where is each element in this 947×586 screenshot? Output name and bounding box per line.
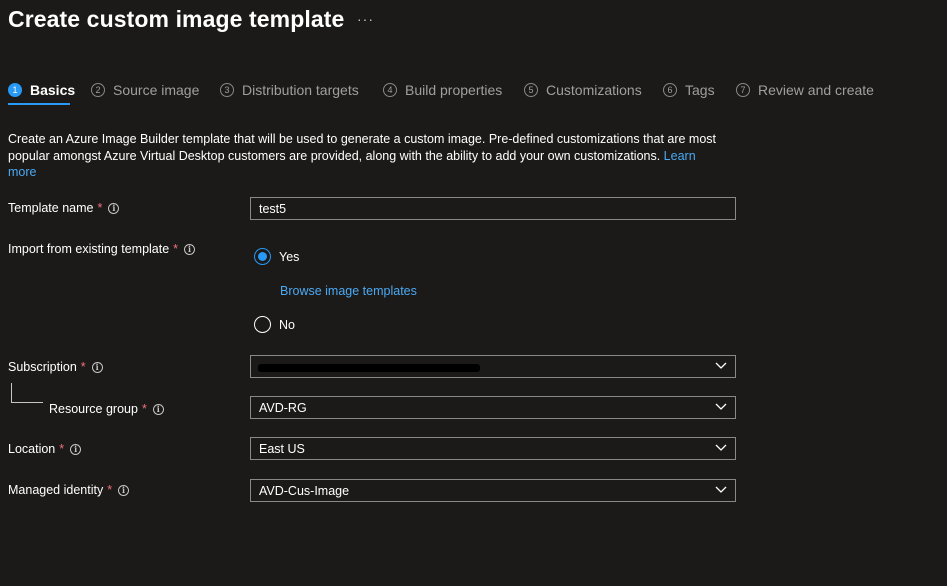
tab-label: Tags bbox=[685, 82, 715, 98]
tab-review-and-create[interactable]: 7 Review and create bbox=[736, 80, 874, 100]
chevron-down-icon bbox=[715, 486, 727, 493]
redacted-subscription-overlay bbox=[258, 364, 480, 372]
tab-label: Build properties bbox=[405, 82, 503, 98]
required-marker: * bbox=[59, 442, 65, 456]
template-name-field[interactable] bbox=[250, 197, 736, 220]
tab-tags[interactable]: 6 Tags bbox=[663, 80, 715, 100]
radio-label-yes: Yes bbox=[279, 249, 300, 264]
required-marker: * bbox=[173, 242, 179, 256]
chevron-down-icon bbox=[715, 362, 727, 369]
subscription-label: Subscription * i bbox=[8, 360, 103, 374]
import-existing-label: Import from existing template * i bbox=[8, 242, 196, 256]
radio-button-icon[interactable] bbox=[254, 316, 271, 333]
radio-button-icon[interactable] bbox=[254, 248, 271, 265]
step-number-icon: 5 bbox=[524, 83, 538, 97]
location-dropdown[interactable]: East US bbox=[250, 437, 736, 460]
step-number-icon: 2 bbox=[91, 83, 105, 97]
field-label-text: Resource group bbox=[49, 402, 138, 416]
template-name-input[interactable] bbox=[259, 201, 719, 216]
location-value: East US bbox=[259, 441, 305, 456]
required-marker: * bbox=[97, 201, 103, 215]
tab-source-image[interactable]: 2 Source image bbox=[91, 80, 199, 100]
resource-group-dropdown[interactable]: AVD-RG bbox=[250, 396, 736, 419]
import-yes-option[interactable]: Yes bbox=[254, 248, 299, 265]
field-label-text: Location bbox=[8, 442, 56, 456]
active-tab-indicator bbox=[8, 103, 70, 105]
browse-image-templates-link[interactable]: Browse image templates bbox=[280, 284, 417, 298]
hierarchy-connector bbox=[11, 383, 43, 403]
required-marker: * bbox=[107, 483, 113, 497]
step-number-icon: 3 bbox=[220, 83, 234, 97]
page-title: Create custom image template bbox=[8, 6, 345, 32]
tab-basics[interactable]: 1 Basics bbox=[8, 80, 75, 100]
info-icon[interactable]: i bbox=[108, 202, 120, 214]
resource-group-label: Resource group * i bbox=[49, 402, 164, 416]
step-number-icon: 7 bbox=[736, 83, 750, 97]
tab-customizations[interactable]: 5 Customizations bbox=[524, 80, 642, 100]
required-marker: * bbox=[141, 402, 147, 416]
field-label-text: Managed identity bbox=[8, 483, 104, 497]
info-icon[interactable]: i bbox=[70, 443, 82, 455]
tab-distribution-targets[interactable]: 3 Distribution targets bbox=[220, 80, 359, 100]
chevron-down-icon bbox=[715, 444, 727, 451]
step-number-icon: 4 bbox=[383, 83, 397, 97]
managed-identity-dropdown[interactable]: AVD-Cus-Image bbox=[250, 479, 736, 502]
managed-identity-label: Managed identity * i bbox=[8, 483, 130, 497]
info-icon[interactable]: i bbox=[91, 361, 103, 373]
description: Create an Azure Image Builder template t… bbox=[8, 131, 723, 181]
create-image-template-page: Create custom image template ··· 1 Basic… bbox=[0, 0, 947, 586]
more-options-icon[interactable]: ··· bbox=[357, 11, 374, 27]
info-icon[interactable]: i bbox=[184, 243, 196, 255]
field-label-text: Subscription bbox=[8, 360, 77, 374]
tab-label: Review and create bbox=[758, 82, 874, 98]
info-icon[interactable]: i bbox=[118, 484, 130, 496]
template-name-label: Template name * i bbox=[8, 201, 120, 215]
location-label: Location * i bbox=[8, 442, 82, 456]
radio-label-no: No bbox=[279, 317, 295, 332]
field-label-text: Import from existing template bbox=[8, 242, 170, 256]
tab-build-properties[interactable]: 4 Build properties bbox=[383, 80, 502, 100]
managed-identity-value: AVD-Cus-Image bbox=[259, 483, 350, 498]
tab-label: Customizations bbox=[546, 82, 642, 98]
info-icon[interactable]: i bbox=[152, 403, 164, 415]
tab-label: Source image bbox=[113, 82, 200, 98]
import-no-option[interactable]: No bbox=[254, 316, 295, 333]
required-marker: * bbox=[80, 360, 86, 374]
field-label-text: Template name bbox=[8, 201, 94, 215]
step-number-icon: 1 bbox=[8, 83, 22, 97]
chevron-down-icon bbox=[715, 403, 727, 410]
tab-label: Basics bbox=[30, 82, 76, 98]
tab-label: Distribution targets bbox=[242, 82, 359, 98]
step-number-icon: 6 bbox=[663, 83, 677, 97]
description-text: Create an Azure Image Builder template t… bbox=[8, 132, 717, 163]
resource-group-value: AVD-RG bbox=[259, 400, 307, 415]
